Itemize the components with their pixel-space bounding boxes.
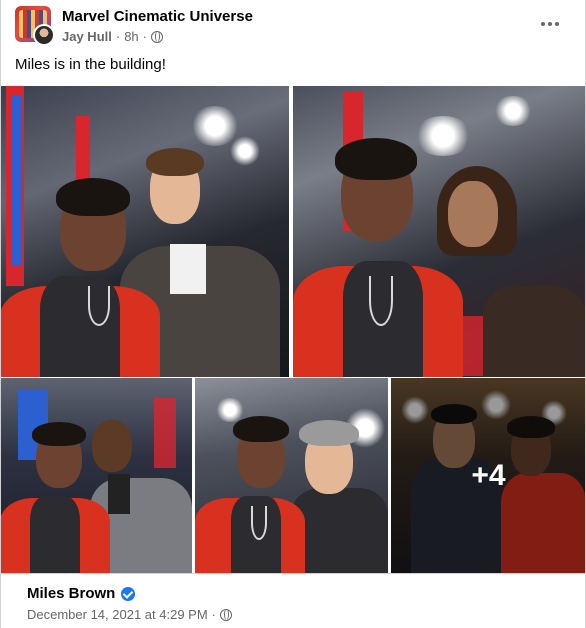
post-timestamp[interactable]: 8h — [124, 29, 138, 44]
more-photos-count[interactable]: +4 — [391, 378, 586, 573]
dot-icon — [541, 22, 545, 26]
photo-4[interactable] — [195, 378, 388, 573]
photo-5[interactable]: +4 — [391, 378, 586, 573]
globe-icon — [220, 608, 233, 621]
shared-post-footer[interactable]: Miles Brown December 14, 2021 at 4:29 PM… — [0, 573, 586, 628]
post-text: Miles is in the building! — [15, 56, 166, 73]
photo-1[interactable] — [0, 86, 289, 377]
more-options-button[interactable] — [532, 10, 568, 38]
verified-badge-icon — [121, 586, 136, 601]
author-name-link[interactable]: Jay Hull — [62, 29, 112, 44]
photo-3[interactable] — [0, 378, 192, 573]
meta-separator: · — [115, 29, 121, 44]
post-card: Marvel Cinematic Universe Jay Hull · 8h … — [0, 0, 586, 628]
group-avatar[interactable] — [15, 6, 55, 46]
post-meta: Jay Hull · 8h · — [62, 29, 164, 44]
dot-icon — [555, 22, 559, 26]
card-border-left — [0, 0, 1, 628]
photo-2[interactable] — [293, 86, 586, 377]
date-separator: · — [211, 607, 217, 622]
group-name-link[interactable]: Marvel Cinematic Universe — [62, 8, 253, 25]
shared-author-name[interactable]: Miles Brown — [27, 585, 136, 602]
shared-post-date: December 14, 2021 at 4:29 PM · — [27, 607, 233, 622]
author-avatar[interactable] — [33, 24, 55, 46]
globe-icon[interactable] — [151, 30, 164, 43]
dot-icon — [548, 22, 552, 26]
shared-date-label[interactable]: December 14, 2021 at 4:29 PM — [27, 607, 208, 622]
meta-separator-2: · — [142, 29, 148, 44]
shared-author-label[interactable]: Miles Brown — [27, 585, 115, 602]
